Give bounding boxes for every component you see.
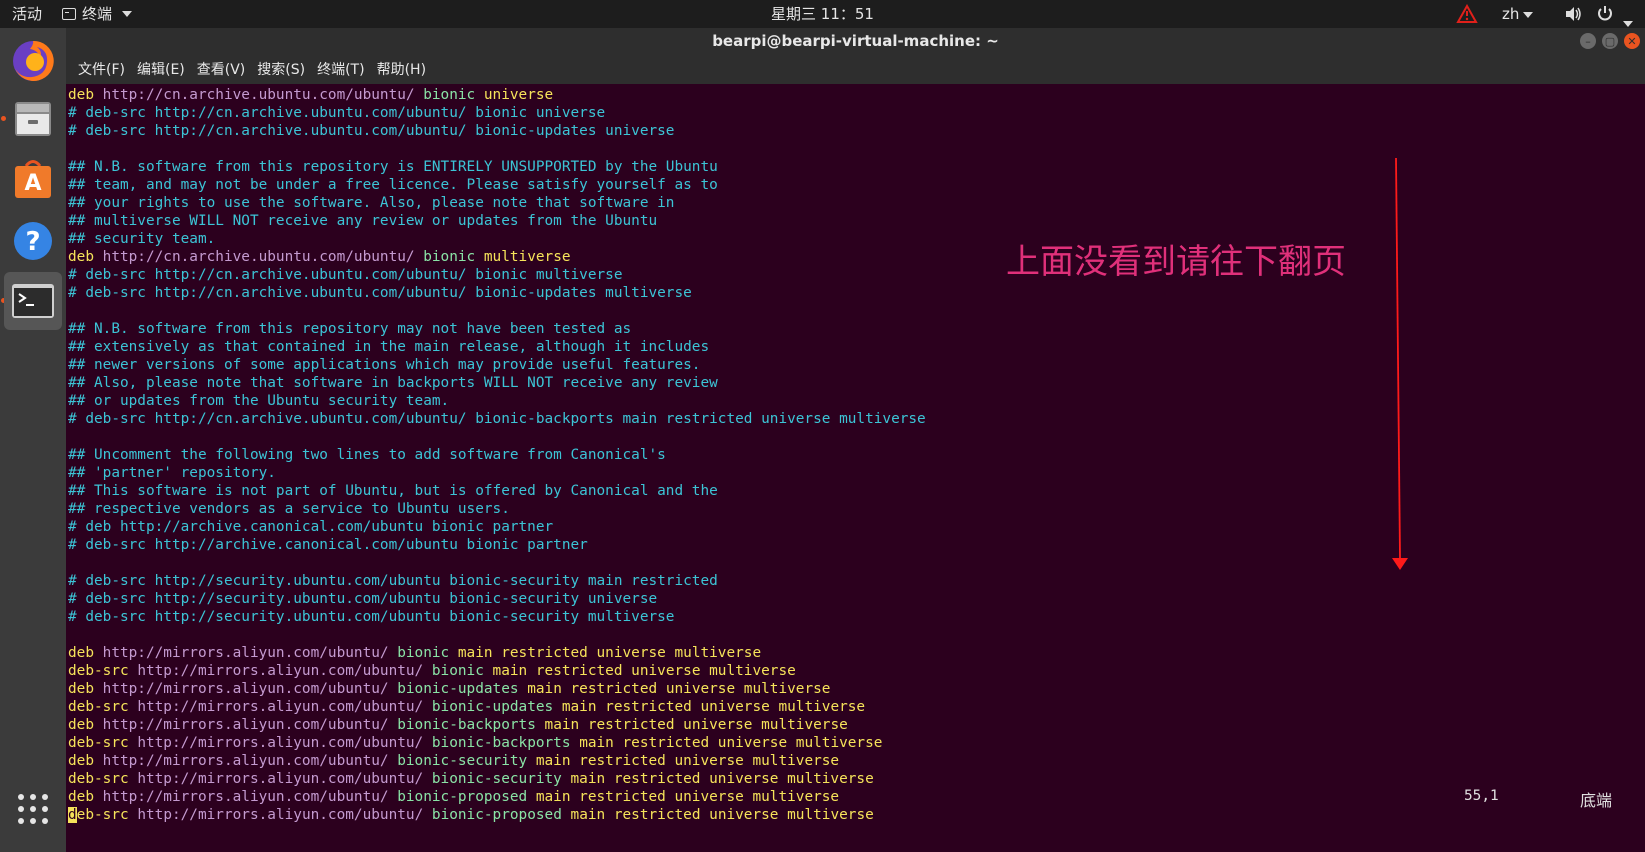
menu-view[interactable]: 查看(V) bbox=[191, 58, 252, 82]
terminal-area[interactable]: deb http://cn.archive.ubuntu.com/ubuntu/… bbox=[66, 84, 1645, 852]
menu-terminal[interactable]: 终端(T) bbox=[311, 58, 370, 82]
files-icon[interactable] bbox=[4, 90, 62, 148]
window-header: bearpi@bearpi-virtual-machine: ~ – ▢ ✕ 文… bbox=[66, 28, 1645, 84]
minimize-icon: – bbox=[1585, 34, 1591, 48]
maximize-button[interactable]: ▢ bbox=[1602, 33, 1618, 49]
top-bar: 活动 终端 星期三 11：51 zh bbox=[0, 0, 1645, 28]
window-title: bearpi@bearpi-virtual-machine: ~ bbox=[712, 32, 999, 50]
annotation-arrow bbox=[1392, 157, 1408, 570]
show-applications-icon[interactable] bbox=[4, 780, 62, 838]
input-language-menu[interactable]: zh bbox=[1502, 0, 1534, 28]
help-icon[interactable]: ? bbox=[4, 212, 62, 270]
dock: A ? bbox=[0, 28, 66, 852]
chevron-down-icon bbox=[1622, 20, 1633, 27]
chevron-down-icon bbox=[122, 11, 133, 17]
chevron-down-icon bbox=[1523, 11, 1534, 18]
firefox-icon[interactable] bbox=[4, 32, 62, 90]
volume-icon[interactable] bbox=[1564, 0, 1582, 28]
menu-search[interactable]: 搜索(S) bbox=[251, 58, 311, 82]
language-label: zh bbox=[1502, 5, 1520, 23]
maximize-icon: ▢ bbox=[1604, 34, 1616, 48]
clock-label[interactable]: 星期三 11：51 bbox=[771, 5, 874, 23]
warning-icon[interactable] bbox=[1456, 3, 1478, 24]
terminal-small-icon bbox=[62, 8, 76, 20]
svg-text:A: A bbox=[24, 171, 41, 196]
activities-button[interactable]: 活动 bbox=[12, 0, 42, 28]
app-menu-label: 终端 bbox=[82, 5, 113, 23]
minimize-button[interactable]: – bbox=[1580, 33, 1596, 49]
menu-bar: 文件(F) 编辑(E) 查看(V) 搜索(S) 终端(T) 帮助(H) bbox=[72, 58, 432, 82]
menu-file[interactable]: 文件(F) bbox=[72, 58, 131, 82]
close-button[interactable]: ✕ bbox=[1624, 33, 1640, 49]
terminal-icon[interactable] bbox=[4, 272, 62, 330]
power-menu[interactable] bbox=[1596, 0, 1633, 28]
software-center-icon[interactable]: A bbox=[4, 150, 62, 208]
app-menu[interactable]: 终端 bbox=[62, 0, 133, 28]
clock: 星期三 11：51 bbox=[0, 0, 1645, 28]
menu-help[interactable]: 帮助(H) bbox=[371, 58, 432, 82]
power-icon bbox=[1598, 6, 1612, 21]
close-icon: ✕ bbox=[1627, 34, 1637, 48]
menu-edit[interactable]: 编辑(E) bbox=[131, 58, 191, 82]
svg-text:?: ? bbox=[25, 227, 40, 257]
